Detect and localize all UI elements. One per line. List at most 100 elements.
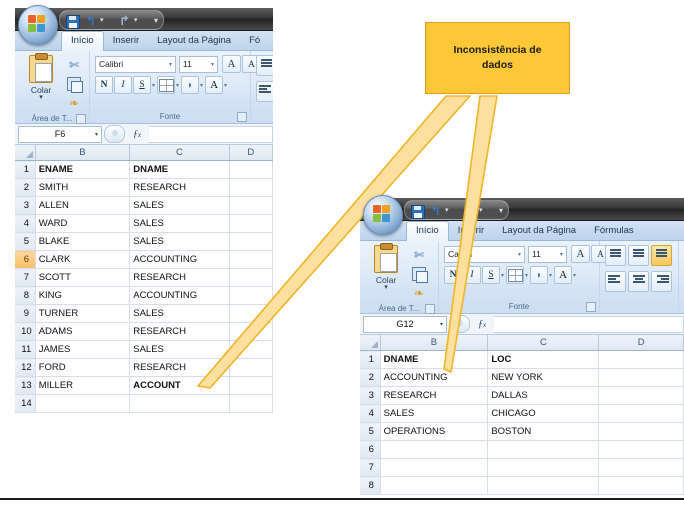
row-header[interactable]: 2 [360,368,381,387]
table-row[interactable]: 2 ACCOUNTING NEW YORK [360,368,684,387]
row-header[interactable]: 10 [15,322,36,341]
cell-c7[interactable]: RESEARCH [129,268,230,287]
cell-c7[interactable] [487,458,600,477]
window2-quick-access-toolbar[interactable]: ↰ ▾ ↱ ▾ ▾ [404,200,510,220]
row-header[interactable]: 5 [360,422,381,441]
tab-formulas[interactable]: Fó [240,32,269,50]
font-name-input[interactable]: Calibri ▾ [95,55,176,73]
cell-b8[interactable] [380,476,489,495]
cell-d6[interactable] [229,250,273,269]
table-row[interactable]: 4 SALES CHICAGO [360,404,684,423]
underline-dropdown-icon[interactable]: ▾ [501,272,504,279]
table-row[interactable]: 14 [15,394,273,413]
italic-button[interactable]: I [114,76,132,94]
borders-dropdown-icon[interactable]: ▾ [525,272,528,279]
align-bottom-button[interactable] [651,245,672,266]
save-icon[interactable] [411,203,426,219]
cell-c9[interactable]: SALES [129,304,230,323]
redo-dropdown-icon[interactable]: ▾ [479,203,494,218]
column-header-b[interactable]: B [380,335,489,351]
cell-d4[interactable] [229,214,273,233]
row-header[interactable]: 8 [360,476,381,495]
cell-d11[interactable] [229,340,273,359]
cell-b1[interactable]: DNAME [380,350,489,369]
cell-d8[interactable] [598,476,684,495]
cell-b4[interactable]: WARD [35,214,131,233]
table-row[interactable]: 9 TURNER SALES [15,304,273,323]
tab-inserir[interactable]: Inserir [104,32,148,50]
table-row[interactable]: 11 JAMES SALES [15,340,273,359]
column-header-b[interactable]: B [35,145,131,161]
redo-dropdown-icon[interactable]: ▾ [134,13,149,28]
font-dialog-launcher-icon[interactable] [237,112,247,122]
font-color-button[interactable]: A [554,266,573,284]
cell-c10[interactable]: RESEARCH [129,322,230,341]
italic-button[interactable]: I [463,266,481,284]
row-header[interactable]: 13 [15,376,36,395]
cell-c13-error[interactable]: ACCOUNT [129,376,230,395]
underline-button[interactable]: S [482,266,500,284]
row-header[interactable]: 1 [15,160,36,179]
borders-dropdown-icon[interactable]: ▾ [176,82,179,89]
cell-c5[interactable]: BOSTON [487,422,600,441]
cell-b9[interactable]: TURNER [35,304,131,323]
row-header[interactable]: 1 [360,350,381,369]
cell-c8[interactable] [487,476,600,495]
cell-d2[interactable] [229,178,273,197]
redo-icon[interactable]: ↱ [462,203,477,218]
clipboard-dialog-launcher-icon[interactable] [425,304,435,314]
name-box[interactable]: F6 ▾ [18,125,102,143]
chevron-down-icon[interactable]: ▾ [39,94,43,101]
clipboard-dialog-launcher-icon[interactable] [76,114,86,124]
row-header[interactable]: 7 [15,268,36,287]
window2-ribbon-tabs[interactable]: Início Inserir Layout da Página Fórmulas [360,221,684,241]
cell-d10[interactable] [229,322,273,341]
fill-color-button[interactable]: ◗ [181,76,200,94]
cell-c6[interactable] [487,440,600,459]
font-color-dropdown-icon[interactable]: ▾ [573,272,576,279]
paste-button[interactable]: Colar ▾ [20,53,62,101]
table-row[interactable]: 12 FORD RESEARCH [15,358,273,377]
cell-c8[interactable]: ACCOUNTING [129,286,230,305]
table-row[interactable]: 5 OPERATIONS BOSTON [360,422,684,441]
paste-button[interactable]: Colar ▾ [365,243,407,291]
cell-b4[interactable]: SALES [380,404,489,423]
row-header[interactable]: 11 [15,340,36,359]
cell-b12[interactable]: FORD [35,358,131,377]
chevron-down-icon[interactable]: ▾ [154,16,158,25]
row-header[interactable]: 12 [15,358,36,377]
row-header[interactable]: 4 [360,404,381,423]
tab-layout-da-pagina[interactable]: Layout da Página [493,222,585,240]
redo-icon[interactable]: ↱ [117,13,132,28]
font-dialog-launcher-icon[interactable] [586,302,596,312]
table-row[interactable]: 8 [360,476,684,495]
cell-d5[interactable] [598,422,684,441]
cell-d4[interactable] [598,404,684,423]
cell-b5[interactable]: OPERATIONS [380,422,489,441]
cell-b14[interactable] [35,394,131,413]
cell-c14[interactable] [129,394,230,413]
table-row[interactable]: 5 BLAKE SALES [15,232,273,251]
cell-b7[interactable]: SCOTT [35,268,131,287]
chevron-down-icon[interactable]: ▾ [499,206,503,215]
align-left-button[interactable] [256,81,273,102]
cell-d14[interactable] [229,394,273,413]
cell-b3[interactable]: RESEARCH [380,386,489,405]
font-size-input[interactable]: 11 ▾ [528,245,567,263]
grow-font-button[interactable]: A [571,245,590,263]
insert-function-icon[interactable]: ƒx [125,129,149,140]
table-row[interactable]: 7 [360,458,684,477]
cell-b6[interactable]: CLARK [35,250,131,269]
format-painter-icon[interactable]: ❧ [64,93,84,112]
table-row[interactable]: 7 SCOTT RESEARCH [15,268,273,287]
align-center-button[interactable] [628,271,649,292]
table-row[interactable]: 1 DNAME LOC [360,350,684,369]
undo-icon[interactable]: ↰ [428,203,443,218]
undo-dropdown-icon[interactable]: ▾ [445,203,460,218]
cell-b1[interactable]: ENAME [35,160,131,179]
fill-color-dropdown-icon[interactable]: ▾ [200,82,203,89]
cell-c2[interactable]: NEW YORK [487,368,600,387]
cell-b7[interactable] [380,458,489,477]
cell-b3[interactable]: ALLEN [35,196,131,215]
cell-b11[interactable]: JAMES [35,340,131,359]
